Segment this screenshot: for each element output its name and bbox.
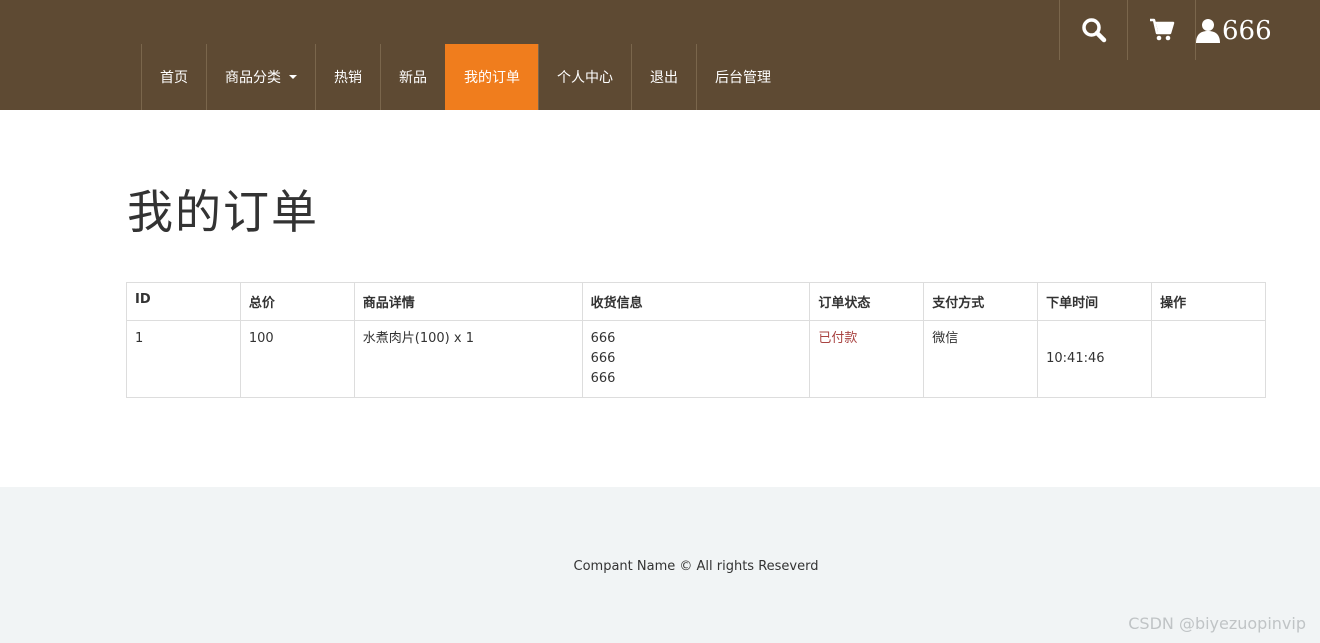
user-icon — [1196, 17, 1220, 43]
col-header-time: 下单时间 — [1037, 282, 1153, 321]
orders-table: ID 总价 商品详情 收货信息 订单状态 支付方式 下单时间 操作 1 100 … — [126, 282, 1266, 398]
shipping-line: 666 — [590, 351, 616, 366]
nav-item-categories[interactable]: 商品分类 — [206, 44, 315, 110]
col-header-payment: 支付方式 — [923, 282, 1039, 321]
order-status: 已付款 — [809, 320, 925, 398]
page-title: 我的订单 — [127, 185, 319, 239]
col-header-items: 商品详情 — [353, 282, 583, 321]
nav-item-profile[interactable]: 个人中心 — [538, 44, 631, 110]
caret-down-icon — [289, 75, 297, 79]
order-time-value: 10:41:46 — [1046, 351, 1105, 366]
col-header-status: 订单状态 — [809, 282, 925, 321]
order-total: 100 — [239, 320, 355, 398]
search-icon — [1081, 17, 1107, 43]
header-icon-bar: 666 — [1059, 0, 1320, 60]
order-date-faint — [1046, 329, 1143, 339]
main-nav: 首页 商品分类 热销 新品 我的订单 个人中心 退出 后台管理 — [141, 44, 789, 110]
nav-item-categories-label: 商品分类 — [225, 70, 281, 86]
order-shipping: 666 666 666 — [581, 320, 811, 398]
top-header: 首页 商品分类 热销 新品 我的订单 个人中心 退出 后台管理 666 — [0, 0, 1320, 110]
shipping-line: 666 — [590, 371, 616, 386]
col-header-total: 总价 — [239, 282, 355, 321]
table-header-row: ID 总价 商品详情 收货信息 订单状态 支付方式 下单时间 操作 — [126, 282, 1266, 321]
order-id: 1 — [126, 320, 241, 398]
table-row: 1 100 水煮肉片(100) x 1 666 666 666 已付款 微信 1… — [126, 320, 1266, 398]
page-footer: Compant Name © All rights Reseverd CSDN … — [0, 487, 1320, 643]
username-label: 666 — [1222, 16, 1272, 46]
watermark-text: CSDN @biyezuopinvip — [1128, 614, 1306, 633]
order-items: 水煮肉片(100) x 1 — [353, 320, 583, 398]
nav-item-my-orders[interactable]: 我的订单 — [445, 44, 538, 110]
nav-item-hot[interactable]: 热销 — [315, 44, 380, 110]
col-header-actions: 操作 — [1151, 282, 1266, 321]
nav-item-new[interactable]: 新品 — [380, 44, 445, 110]
order-actions — [1151, 320, 1266, 398]
status-badge: 已付款 — [818, 331, 858, 346]
nav-item-logout[interactable]: 退出 — [631, 44, 696, 110]
nav-item-admin[interactable]: 后台管理 — [696, 44, 789, 110]
user-menu[interactable]: 666 — [1195, 0, 1320, 60]
col-header-id: ID — [126, 282, 241, 321]
cart-icon — [1149, 17, 1175, 43]
cart-button[interactable] — [1127, 0, 1195, 60]
nav-item-home[interactable]: 首页 — [141, 44, 206, 110]
order-time: 10:41:46 — [1037, 320, 1153, 398]
copyright-text: Compant Name © All rights Reseverd — [573, 559, 819, 574]
shipping-line: 666 — [590, 331, 616, 346]
order-payment: 微信 — [923, 320, 1039, 398]
col-header-shipping: 收货信息 — [581, 282, 811, 321]
search-button[interactable] — [1059, 0, 1127, 60]
